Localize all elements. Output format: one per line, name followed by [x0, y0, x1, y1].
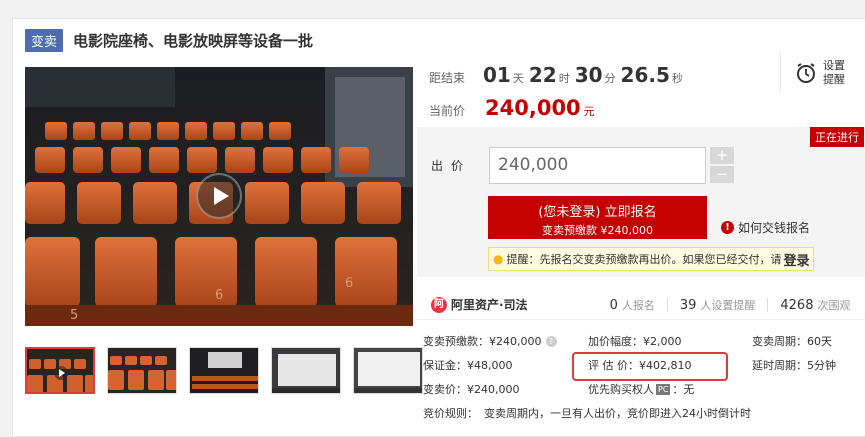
reminder-count-value: 39	[679, 297, 697, 313]
decrease-bid-button[interactable]: −	[710, 166, 734, 183]
bid-rules-text: 变卖周期内，一旦有人出价，竞价即进入24小时倒计时	[484, 407, 751, 420]
delay-info: 延时周期：5分钟	[752, 357, 836, 373]
login-link[interactable]: 登录	[783, 250, 809, 269]
register-deposit-label: 变卖预缴款 ¥240,000	[542, 224, 653, 237]
status-badge: 正在进行	[810, 127, 864, 147]
appraisal-highlight-box	[572, 352, 728, 381]
countdown-minutes: 30	[574, 63, 603, 87]
guarantee-text: 保证金：¥48,000	[423, 359, 513, 372]
ali-assets-logo: 阿 阿里资产·司法	[431, 296, 528, 313]
current-price-value: 240,000	[485, 96, 581, 120]
stats-row: 阿 阿里资产·司法 0 人报名 39 人设置提醒 4268 次围观	[417, 290, 865, 320]
increment-text: 加价幅度：¥2,000	[588, 335, 682, 348]
bid-rules-info: 竞价规则： 变卖周期内，一旦有人出价，竞价即进入24小时倒计时	[423, 405, 751, 421]
notice-banner: ● 提醒：先报名交变卖预缴款再出价。如果您已经交付，请 登录	[488, 247, 814, 271]
alarm-clock-icon	[797, 63, 815, 83]
view-count: 4268 次围观	[780, 297, 850, 313]
priority-buyer-label: 优先购买权人	[588, 383, 654, 396]
countdown-days-unit: 天	[512, 72, 524, 85]
how-to-pay-label: 如何交钱报名	[738, 221, 811, 235]
period-text: 变卖周期：60天	[752, 335, 832, 348]
bid-amount-input[interactable]: 240,000	[489, 147, 706, 184]
period-info: 变卖周期：60天	[752, 333, 832, 349]
register-button-label: (您未登录) 立即报名	[538, 205, 657, 220]
view-count-label: 次围观	[817, 298, 851, 312]
register-now-button[interactable]: (您未登录) 立即报名 变卖预缴款 ¥240,000	[488, 196, 707, 239]
logo-text: 阿里资产·司法	[451, 298, 528, 312]
reminder-label: 设置提醒	[823, 59, 845, 86]
signup-count-value: 0	[609, 297, 618, 313]
guarantee-info: 保证金：¥48,000	[423, 357, 513, 373]
signup-count: 0 人报名	[610, 297, 655, 313]
divider	[666, 297, 668, 312]
countdown-hours-unit: 时	[558, 72, 570, 85]
priority-buyer-value: ：无	[672, 383, 695, 396]
divider	[767, 297, 769, 312]
help-icon[interactable]: ?	[545, 335, 557, 347]
pc-tag: PC	[656, 383, 671, 395]
sale-price-info: 变卖价：¥240,000	[423, 381, 520, 397]
increase-bid-button[interactable]: +	[710, 147, 734, 164]
priority-buyer-info: 优先购买权人 PC ：无	[588, 381, 694, 397]
current-price: 当前价 240,000 元	[429, 96, 595, 120]
countdown-seconds-unit: 秒	[671, 72, 683, 85]
bid-rules-label: 竞价规则：	[423, 407, 478, 420]
increment-info: 加价幅度：¥2,000	[588, 333, 682, 349]
reminder-count-label: 人设置提醒	[700, 298, 756, 312]
signup-count-label: 人报名	[621, 298, 655, 312]
set-reminder-button[interactable]: 设置提醒	[795, 59, 847, 87]
countdown-timer: 距结束 01 天 22 时 30 分 26.5 秒	[429, 63, 688, 87]
lightbulb-icon: ●	[493, 252, 504, 266]
deposit-info: 变卖预缴款：¥240,000 ?	[423, 333, 557, 349]
sale-price-text: 变卖价：¥240,000	[423, 383, 520, 396]
current-price-unit: 元	[583, 105, 595, 118]
auction-details: 变卖预缴款：¥240,000 ? 加价幅度：¥2,000 变卖周期：60天 保证…	[0, 0, 836, 437]
how-to-pay-link[interactable]: ! 如何交钱报名	[721, 219, 810, 236]
view-count-value: 4268	[780, 297, 814, 313]
countdown-days: 01	[483, 63, 511, 87]
delay-text: 延时周期：5分钟	[752, 359, 836, 372]
countdown-minutes-unit: 分	[604, 72, 616, 85]
notice-text: 提醒：先报名交变卖预缴款再出价。如果您已经交付，请	[506, 253, 782, 266]
countdown-seconds: 26.5	[620, 63, 670, 87]
divider	[780, 52, 781, 92]
reminder-count: 39 人设置提醒	[680, 297, 756, 313]
alert-icon: !	[721, 221, 734, 234]
countdown-hours: 22	[528, 63, 557, 87]
deposit-text: 变卖预缴款：¥240,000	[423, 335, 542, 348]
